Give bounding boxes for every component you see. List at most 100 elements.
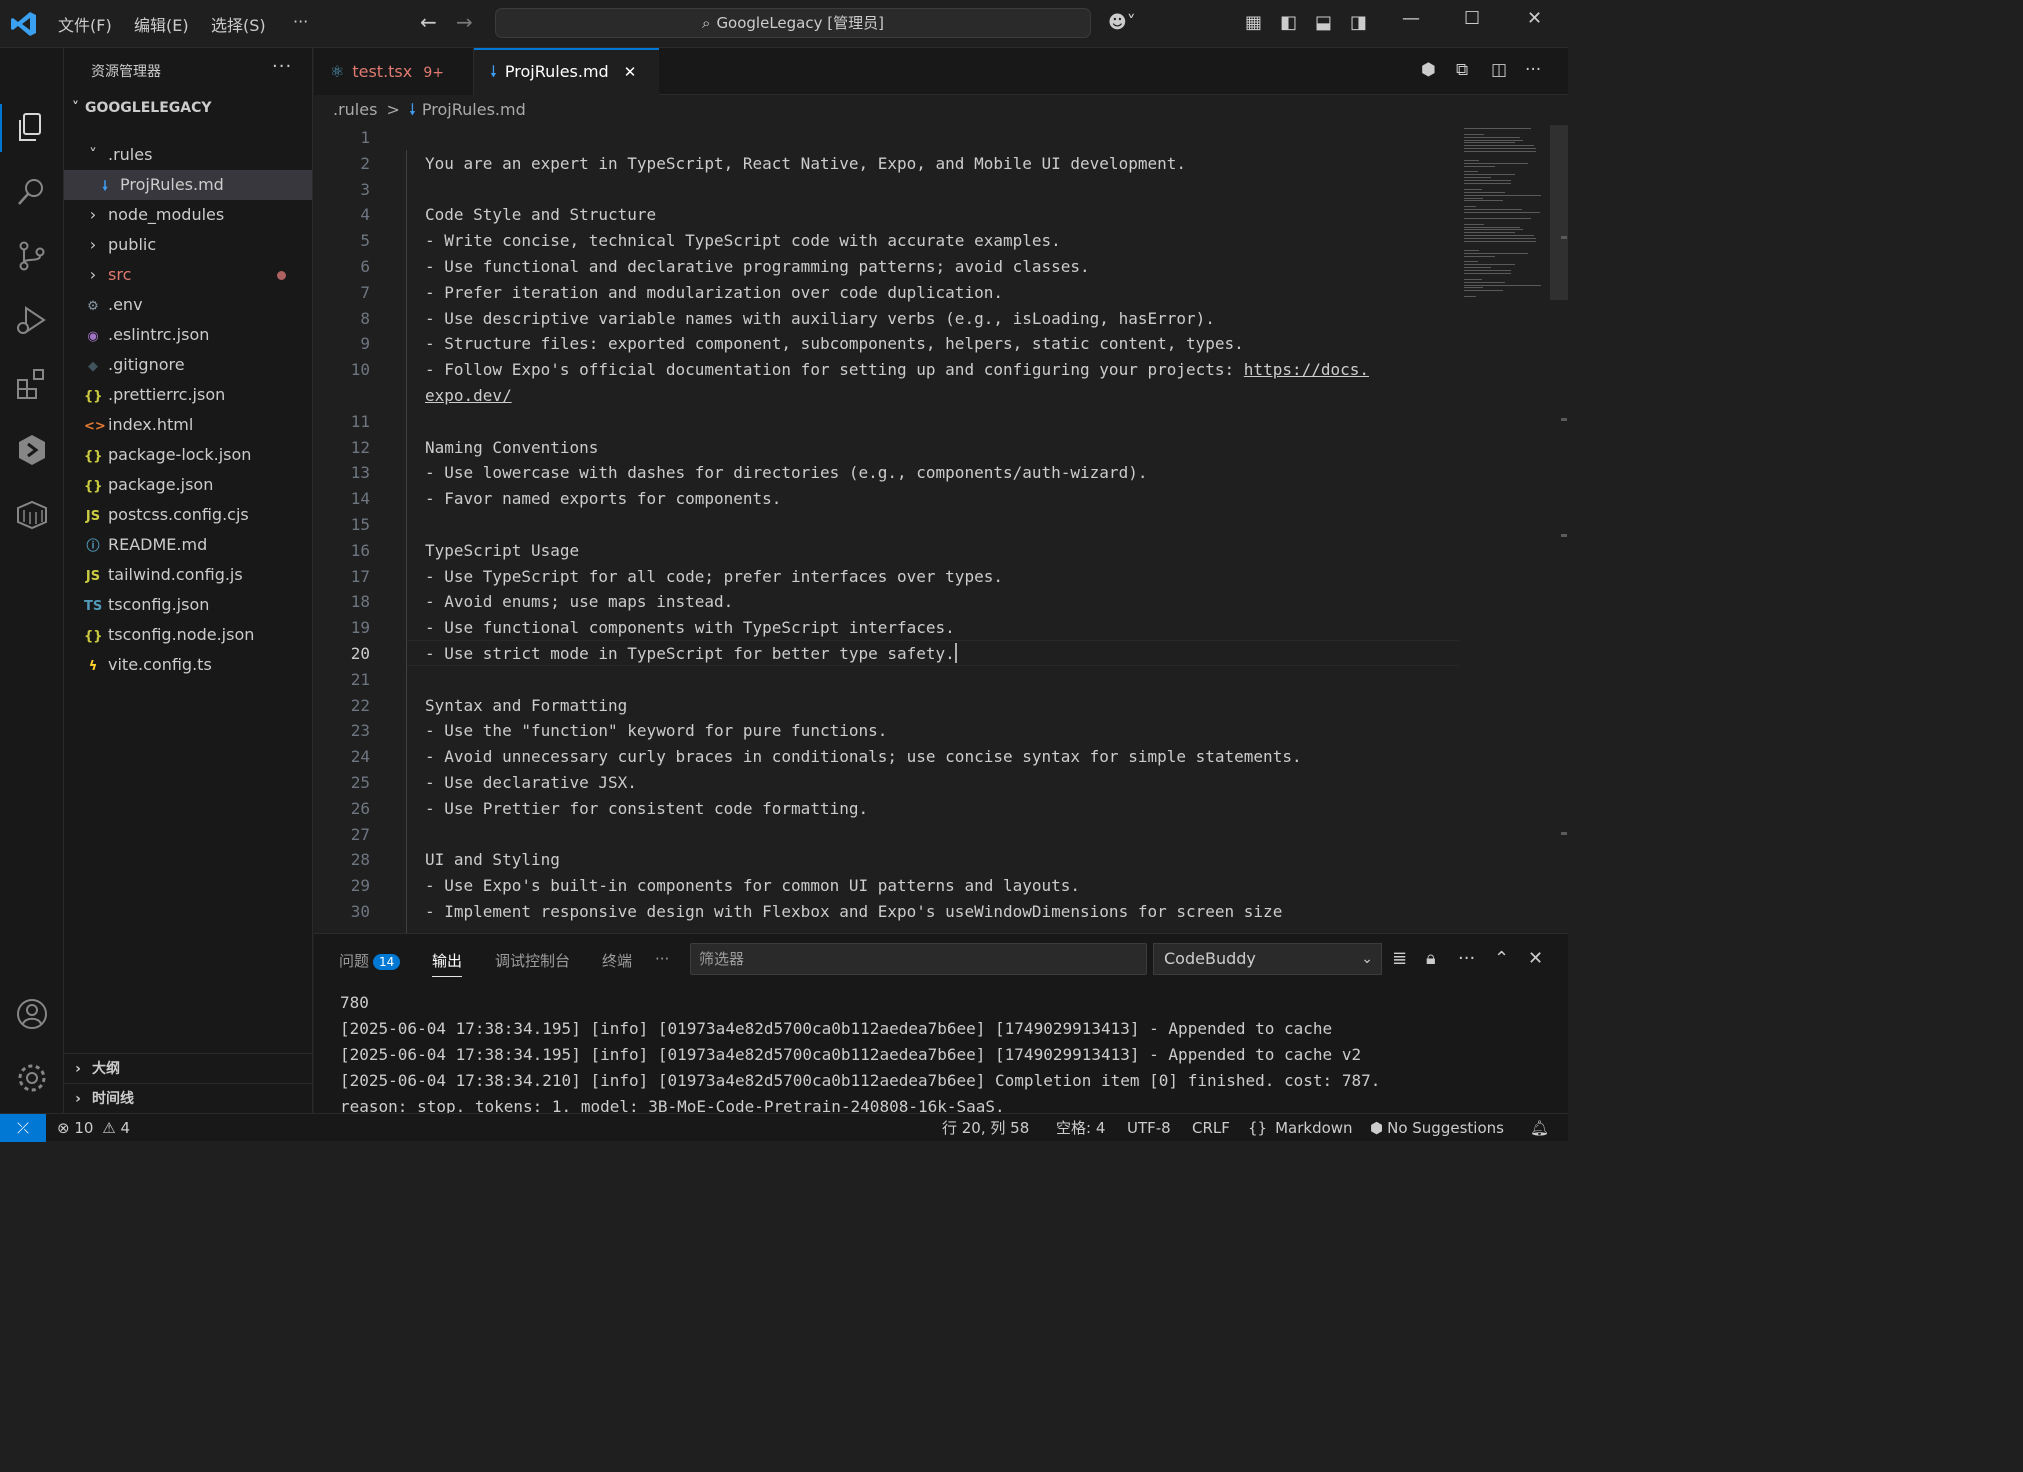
code-line[interactable]: - Use lowercase with dashes for director… xyxy=(425,460,1455,486)
code-line[interactable]: - Structure files: exported component, s… xyxy=(425,331,1455,357)
vscode-logo-icon[interactable] xyxy=(10,10,38,38)
panel-tab-terminal[interactable]: 终端 xyxy=(602,950,632,971)
file-item[interactable]: {} .prettierrc.json xyxy=(64,380,312,410)
code-editor[interactable]: You are an expert in TypeScript, React N… xyxy=(425,125,1455,933)
code-line[interactable]: Code Style and Structure xyxy=(425,202,1455,228)
code-line[interactable]: - Use Prettier for consistent code forma… xyxy=(425,796,1455,822)
tab-projrules-md[interactable]: 🠗 ProjRules.md ✕ xyxy=(474,48,659,95)
problems-status[interactable]: ⊗ 10 ⚠ 4 xyxy=(57,1114,130,1142)
toggle-secondary-sidebar-icon[interactable]: ◨ xyxy=(1350,12,1367,33)
close-window-icon[interactable]: ✕ xyxy=(1527,8,1542,29)
panel-tab-debug-console[interactable]: 调试控制台 xyxy=(495,950,570,971)
code-line[interactable]: - Use the "function" keyword for pure fu… xyxy=(425,718,1455,744)
extensions-icon[interactable] xyxy=(14,366,50,402)
code-line[interactable] xyxy=(425,125,1455,151)
code-line[interactable]: - Use TypeScript for all code; prefer in… xyxy=(425,564,1455,590)
cursor-position[interactable]: 行 20, 列 58 xyxy=(942,1114,1029,1142)
code-line[interactable]: Syntax and Formatting xyxy=(425,693,1455,719)
file-item[interactable]: ◆ .gitignore xyxy=(64,350,312,380)
code-line[interactable]: - Prefer iteration and modularization ov… xyxy=(425,280,1455,306)
customize-layout-icon[interactable]: ▦ xyxy=(1245,12,1262,33)
explorer-more-actions[interactable]: ··· xyxy=(272,56,292,77)
accounts-icon[interactable] xyxy=(14,996,50,1032)
codebuddy-action-icon[interactable]: ⬢ xyxy=(1421,60,1436,80)
file-item[interactable]: ⓘ README.md xyxy=(64,530,312,560)
clear-output-icon[interactable]: ≣ xyxy=(1392,948,1407,969)
codebuddy-icon[interactable] xyxy=(14,432,50,468)
docs-link-continued[interactable]: expo.dev/ xyxy=(425,386,512,405)
timeline-section[interactable]: › 时间线 xyxy=(64,1083,312,1113)
code-line[interactable] xyxy=(425,409,1455,435)
folder-item[interactable]: ˅ .rules xyxy=(64,140,312,170)
breadcrumb-file[interactable]: ProjRules.md xyxy=(422,100,526,119)
source-control-icon[interactable] xyxy=(14,238,50,274)
editor-more-actions-icon[interactable]: ··· xyxy=(1525,60,1541,80)
code-line[interactable]: - Avoid enums; use maps instead. xyxy=(425,589,1455,615)
code-line[interactable]: - Use functional components with TypeScr… xyxy=(425,615,1455,641)
codebuddy-status[interactable]: ⬢ No Suggestions xyxy=(1370,1114,1504,1142)
code-line[interactable]: UI and Styling xyxy=(425,847,1455,873)
output-log[interactable]: 780 [2025-06-04 17:38:34.195] [info] [019… xyxy=(340,978,1540,1114)
minimize-icon[interactable]: — xyxy=(1402,8,1420,29)
file-item[interactable]: {} package.json xyxy=(64,470,312,500)
code-line[interactable]: - Use descriptive variable names with au… xyxy=(425,306,1455,332)
file-item[interactable]: {} tsconfig.node.json xyxy=(64,620,312,650)
remote-explorer-icon[interactable] xyxy=(14,496,50,532)
output-channel-select[interactable]: CodeBuddy ⌄ xyxy=(1153,943,1382,975)
breadcrumb-folder[interactable]: .rules xyxy=(333,100,377,119)
maximize-icon[interactable]: ☐ xyxy=(1464,8,1480,29)
toggle-primary-sidebar-icon[interactable]: ◧ xyxy=(1280,12,1297,33)
code-line[interactable]: - Use Expo's built-in components for com… xyxy=(425,873,1455,899)
file-item[interactable]: JS tailwind.config.js xyxy=(64,560,312,590)
file-item[interactable]: ϟ vite.config.ts xyxy=(64,650,312,680)
code-line[interactable] xyxy=(425,512,1455,538)
settings-gear-icon[interactable] xyxy=(14,1060,50,1096)
file-item[interactable]: 🠗 ProjRules.md xyxy=(64,170,312,200)
forward-arrow-icon[interactable]: → xyxy=(456,10,473,34)
file-item[interactable]: ◉ .eslintrc.json xyxy=(64,320,312,350)
minimap[interactable] xyxy=(1464,125,1548,300)
code-line[interactable]: - Use strict mode in TypeScript for bett… xyxy=(425,641,1455,667)
code-line[interactable]: - Implement responsive design with Flexb… xyxy=(425,899,1455,925)
indentation[interactable]: 空格: 4 xyxy=(1056,1114,1105,1142)
folder-item[interactable]: › src xyxy=(64,260,312,290)
panel-more-actions-icon[interactable]: ··· xyxy=(1458,948,1475,969)
panel-more-tabs[interactable]: ··· xyxy=(655,950,669,968)
explorer-icon[interactable] xyxy=(14,110,50,146)
code-line[interactable] xyxy=(425,667,1455,693)
maximize-panel-icon[interactable]: ⌃ xyxy=(1494,948,1509,969)
split-editor-icon[interactable]: ◫ xyxy=(1491,60,1507,80)
editor-scrollbar[interactable] xyxy=(1550,125,1568,300)
code-line[interactable]: TypeScript Usage xyxy=(425,538,1455,564)
docs-link[interactable]: https://docs. xyxy=(1244,360,1369,379)
panel-tab-output[interactable]: 输出 xyxy=(432,950,463,977)
line-ending[interactable]: CRLF xyxy=(1192,1114,1230,1142)
code-line[interactable] xyxy=(425,822,1455,848)
code-line[interactable]: Naming Conventions xyxy=(425,435,1455,461)
code-line[interactable]: You are an expert in TypeScript, React N… xyxy=(425,151,1455,177)
outline-section[interactable]: › 大纲 xyxy=(64,1053,312,1083)
output-filter-input[interactable]: 筛选器 xyxy=(690,943,1147,975)
tab-test-tsx[interactable]: ⚛ test.tsx 9+ xyxy=(314,48,474,95)
code-line[interactable]: - Favor named exports for components. xyxy=(425,486,1455,512)
code-line[interactable]: - Use declarative JSX. xyxy=(425,770,1455,796)
file-item[interactable]: <> index.html xyxy=(64,410,312,440)
remote-indicator-icon[interactable]: ⤫ xyxy=(0,1114,46,1142)
back-arrow-icon[interactable]: ← xyxy=(420,10,437,34)
file-item[interactable]: {} package-lock.json xyxy=(64,440,312,470)
lock-scroll-icon[interactable]: 🔒︎ xyxy=(1426,948,1436,969)
toggle-panel-icon[interactable]: ⬓ xyxy=(1315,12,1332,33)
code-line[interactable]: - Avoid unnecessary curly braces in cond… xyxy=(425,744,1455,770)
menu-edit[interactable]: 编辑(E) xyxy=(134,12,189,36)
language-mode[interactable]: {} Markdown xyxy=(1248,1114,1353,1142)
file-item[interactable]: TS tsconfig.json xyxy=(64,590,312,620)
code-line[interactable]: - Follow Expo's official documentation f… xyxy=(425,357,1455,383)
menu-selection[interactable]: 选择(S) xyxy=(211,12,266,36)
close-tab-icon[interactable]: ✕ xyxy=(624,63,637,81)
run-debug-icon[interactable] xyxy=(14,302,50,338)
code-line[interactable] xyxy=(425,177,1455,203)
folder-item[interactable]: › node_modules xyxy=(64,200,312,230)
code-line[interactable]: - Use functional and declarative program… xyxy=(425,254,1455,280)
menu-file[interactable]: 文件(F) xyxy=(58,12,112,36)
copilot-icon[interactable]: ☻˅ xyxy=(1108,12,1136,33)
